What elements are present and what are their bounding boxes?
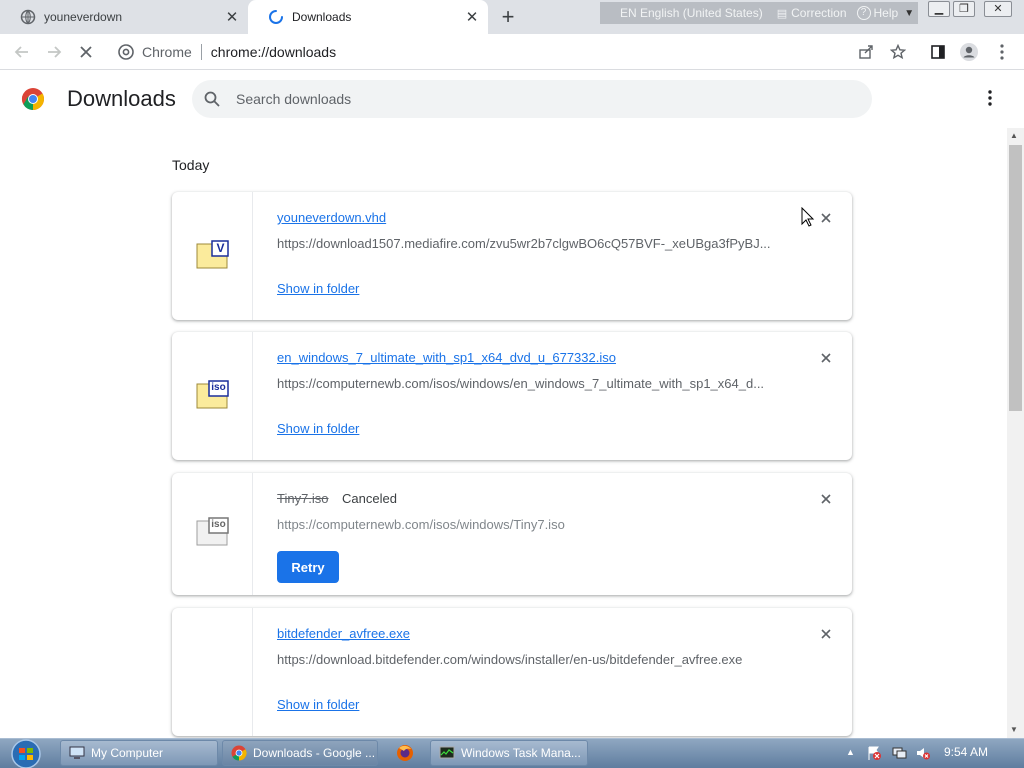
search-box[interactable] [192, 80, 872, 118]
file-type-badge: iso [211, 382, 226, 393]
tab-youneverdown[interactable]: youneverdown ✕ [0, 0, 248, 34]
chrome-icon [118, 44, 134, 60]
chevron-down-icon[interactable]: ▼ [904, 8, 914, 19]
back-icon[interactable] [12, 42, 32, 62]
show-in-folder-link[interactable]: Show in folder [277, 281, 359, 296]
download-item-canceled: iso Tiny7.iso Canceled https://computern… [172, 473, 852, 595]
download-item: V youneverdown.vhd https://download1507.… [172, 192, 852, 320]
search-icon [204, 91, 220, 107]
taskbar-clock[interactable]: 9:54 AM [944, 745, 988, 759]
minimize-button[interactable]: ▁ [928, 1, 950, 17]
bookmark-star-icon[interactable] [888, 42, 908, 62]
share-icon[interactable] [856, 42, 876, 62]
close-tab-icon[interactable]: ✕ [464, 9, 480, 26]
side-panel-icon[interactable] [928, 42, 948, 62]
start-button[interactable] [6, 739, 46, 768]
volume-muted-icon[interactable] [915, 745, 931, 761]
more-actions-icon[interactable] [980, 88, 1000, 108]
network-icon[interactable] [891, 745, 907, 761]
correction-button[interactable]: Correction [791, 6, 846, 20]
language-bar: EN English (United States) ▤ Correction … [600, 2, 918, 24]
download-item: bitdefender_avfree.exe https://download.… [172, 608, 852, 736]
browser-window: youneverdown ✕ Downloads ✕ + EN English … [0, 0, 1024, 768]
taskbar-item-label: Windows Task Mana... [461, 746, 581, 760]
search-input[interactable] [236, 80, 836, 118]
url-text[interactable]: chrome://downloads [211, 44, 336, 60]
remove-download-icon[interactable] [818, 350, 834, 366]
site-label: Chrome [142, 44, 192, 60]
profile-avatar-icon[interactable] [959, 42, 979, 62]
download-status: Canceled [342, 491, 397, 506]
loading-icon [268, 9, 284, 25]
iso-file-icon: iso [196, 380, 230, 410]
omnibox[interactable]: Chrome chrome://downloads [108, 38, 1024, 66]
download-filename-link[interactable]: youneverdown.vhd [277, 210, 386, 225]
download-filename-link[interactable]: bitdefender_avfree.exe [277, 626, 410, 641]
download-filename: Tiny7.iso [277, 491, 329, 506]
restore-button[interactable]: ❐ [953, 1, 975, 17]
remove-download-icon[interactable] [818, 491, 834, 507]
forward-icon[interactable] [44, 42, 64, 62]
computer-icon [69, 745, 85, 761]
scroll-down-icon[interactable]: ▼ [1010, 725, 1018, 734]
download-item: iso en_windows_7_ultimate_with_sp1_x64_d… [172, 332, 852, 460]
help-button[interactable]: Help [874, 6, 899, 20]
mouse-cursor-icon [801, 207, 815, 227]
show-in-folder-link[interactable]: Show in folder [277, 697, 359, 712]
taskbar-item-label: Downloads - Google ... [253, 746, 376, 760]
taskbar-item-my-computer[interactable]: My Computer [60, 740, 218, 766]
taskbar-item-task-manager[interactable]: Windows Task Mana... [430, 740, 588, 766]
divider [200, 44, 202, 60]
chrome-logo-icon [21, 87, 45, 111]
file-type-badge: iso [211, 519, 226, 530]
file-type-badge: V [216, 241, 225, 255]
download-url: https://download1507.mediafire.com/zvu5w… [277, 236, 771, 251]
firefox-icon[interactable] [396, 744, 414, 762]
show-hidden-icons-icon[interactable]: ▲ [846, 747, 855, 757]
vhd-file-icon: V [196, 240, 230, 270]
download-url: https://computernewb.com/isos/windows/en… [277, 376, 765, 391]
scroll-up-icon[interactable]: ▲ [1010, 131, 1018, 140]
correction-icon: ▤ [776, 7, 788, 20]
language-indicator[interactable]: EN English (United States) [620, 6, 763, 20]
remove-download-icon[interactable] [818, 210, 834, 226]
stop-loading-icon[interactable] [76, 42, 96, 62]
chrome-icon [231, 745, 247, 761]
close-window-button[interactable]: ✕ [984, 1, 1012, 17]
remove-download-icon[interactable] [818, 626, 834, 642]
new-tab-button[interactable]: + [496, 6, 520, 30]
close-tab-icon[interactable]: ✕ [224, 9, 240, 26]
download-filename-link[interactable]: en_windows_7_ultimate_with_sp1_x64_dvd_u… [277, 350, 616, 365]
tab-downloads[interactable]: Downloads ✕ [248, 0, 488, 34]
chrome-menu-icon[interactable] [992, 42, 1012, 62]
download-url: https://download.bitdefender.com/windows… [277, 652, 743, 667]
tab-title: youneverdown [44, 10, 123, 24]
date-section-label: Today [172, 157, 210, 173]
help-icon: ? [856, 6, 871, 20]
scrollbar-thumb[interactable] [1009, 145, 1022, 411]
retry-button[interactable]: Retry [277, 551, 339, 583]
show-in-folder-link[interactable]: Show in folder [277, 421, 359, 436]
action-center-flag-icon[interactable] [866, 745, 882, 761]
iso-file-icon: iso [196, 517, 230, 547]
download-url: https://computernewb.com/isos/windows/Ti… [277, 517, 565, 532]
globe-icon [20, 9, 36, 25]
task-manager-icon [439, 745, 455, 761]
tab-title: Downloads [292, 10, 352, 24]
page-title: Downloads [67, 86, 176, 111]
taskbar-item-label: My Computer [91, 746, 164, 760]
taskbar-item-chrome[interactable]: Downloads - Google ... [222, 740, 378, 766]
